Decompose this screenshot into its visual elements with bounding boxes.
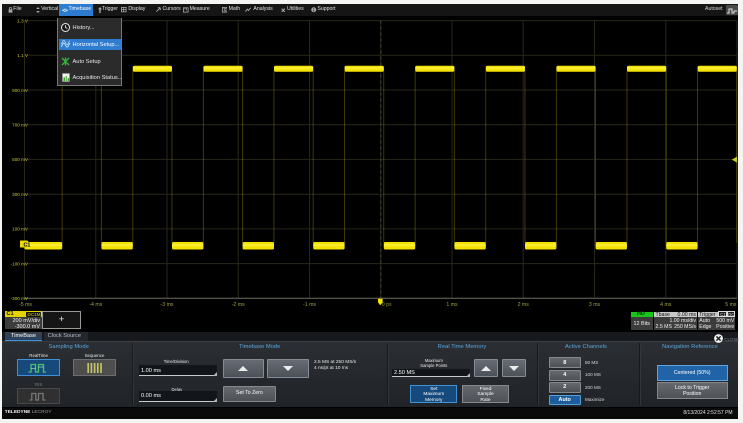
svg-text:C1: C1 [24,243,31,249]
svg-text:-3 ms: -3 ms [161,302,174,308]
svg-text:-100 mV: -100 mV [11,261,29,266]
svg-text:0 ps: 0 ps [382,302,392,308]
svg-text:3 ms: 3 ms [589,302,601,308]
svg-text:900 mV: 900 mV [12,88,29,93]
svg-text:-4 ms: -4 ms [89,302,102,308]
svg-text:-1 ms: -1 ms [303,302,316,308]
svg-text:-300 mV: -300 mV [11,296,29,301]
svg-text:5 ms: 5 ms [725,302,737,308]
svg-text:700 mV: 700 mV [12,123,29,128]
svg-text:1 ms: 1 ms [446,302,458,308]
svg-text:-2 ms: -2 ms [232,302,245,308]
svg-text:1.1 V: 1.1 V [17,53,29,58]
svg-text:500 mV: 500 mV [12,157,29,162]
svg-text:2 ms: 2 ms [518,302,530,308]
svg-text:4 ms: 4 ms [660,302,672,308]
svg-text:-5 ms: -5 ms [19,302,32,308]
svg-text:1.3 V: 1.3 V [17,18,29,23]
svg-text:300 mV: 300 mV [12,192,29,197]
svg-text:100 mV: 100 mV [12,227,29,232]
